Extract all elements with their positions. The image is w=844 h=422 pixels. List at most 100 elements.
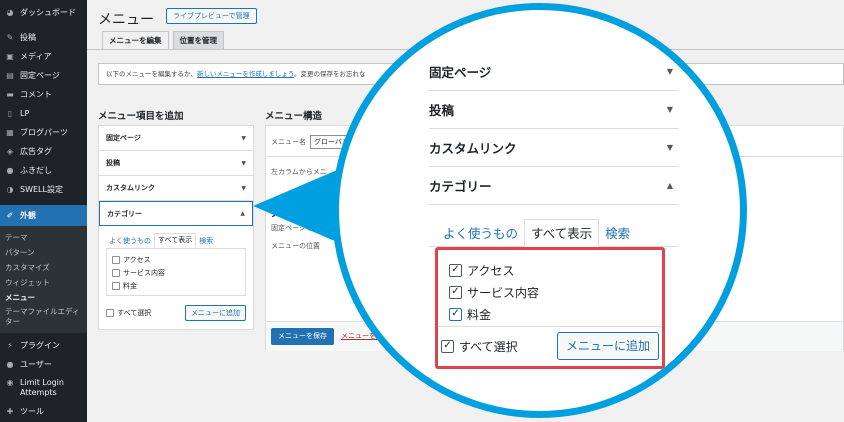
submenu-themes[interactable]: テーマ: [0, 230, 87, 245]
sidebar-item-label: LP: [20, 109, 30, 118]
accordion-label: 投稿: [429, 103, 455, 118]
zoom-accordion-pages[interactable]: 固定ページ ▼: [429, 53, 679, 91]
caret-down-icon: ▼: [241, 134, 246, 142]
tab-view-all[interactable]: すべて表示: [524, 219, 600, 247]
sidebar-item-adtag[interactable]: ◈ 広告タグ: [0, 142, 87, 161]
select-all-label: すべて選択: [459, 339, 518, 354]
checkbox-checked[interactable]: ✓: [449, 307, 462, 321]
add-to-menu-button[interactable]: メニューに追加: [185, 305, 246, 321]
sidebar-item-blogparts[interactable]: ▦ ブログパーツ: [0, 123, 87, 142]
menu-structure-heading: メニュー構造: [265, 111, 323, 122]
tab-most-used[interactable]: よく使うもの: [437, 223, 524, 246]
add-items-heading: メニュー項目を追加: [98, 111, 184, 122]
sidebar-item-label: Limit Login Attempts: [20, 378, 64, 397]
brush-icon: ✐: [6, 211, 14, 220]
zoom-categories-footer: ✓ すべて選択 メニューに追加: [438, 332, 662, 360]
sidebar-item-posts[interactable]: ✎ 投稿: [0, 28, 87, 47]
add-to-menu-button[interactable]: メニューに追加: [556, 332, 659, 360]
checkbox[interactable]: [112, 281, 120, 290]
caret-down-icon: ▼: [666, 143, 673, 152]
lp-icon: ▯: [7, 109, 13, 118]
user-icon: ●: [6, 360, 14, 369]
sidebar-item-tools[interactable]: ✚ ツール: [0, 402, 87, 421]
select-all-checkbox-checked[interactable]: ✓: [441, 339, 454, 353]
tab-search[interactable]: 検索: [599, 223, 636, 246]
sidebar-item-label: ふきだし: [20, 166, 52, 175]
caret-down-icon: ▼: [666, 67, 673, 76]
menu-name-label: メニュー名: [271, 138, 306, 146]
zoom-category-tabs: よく使うもの すべて表示 検索: [429, 219, 679, 247]
checkbox-checked[interactable]: ✓: [449, 263, 462, 277]
submenu-theme-file-editor[interactable]: テーマファイルエディター: [0, 305, 80, 330]
sidebar-item-swell[interactable]: ◑ SWELL設定: [0, 180, 87, 199]
highlight-box: ✓ アクセス ✓ サービス内容 ✓ 料金 ✓ すべて選択 メニューに追加: [435, 247, 665, 369]
accordion-custom-links[interactable]: カスタムリンク ▼: [99, 176, 253, 201]
select-all-checkbox[interactable]: [106, 309, 114, 317]
submenu-customize[interactable]: カスタマイズ: [0, 260, 87, 275]
sidebar-item-appearance[interactable]: ✐ 外観: [0, 205, 87, 226]
live-preview-button[interactable]: ライブプレビューで管理: [166, 8, 257, 24]
select-all[interactable]: ✓ すべて選択: [441, 338, 518, 355]
add-items-accordion: 固定ページ ▼ 投稿 ▼ カスタムリンク ▼ カテゴリー ▲ よく使うもの すべて表示 …: [98, 125, 254, 330]
zoom-accordion-posts[interactable]: 投稿 ▼: [429, 91, 679, 129]
notice-text: 以下のメニューを編集するか、: [106, 70, 197, 78]
zoom-accordion-categories[interactable]: カテゴリー ▲: [429, 167, 679, 205]
nav-tabs: メニューを編集 位置を管理: [102, 31, 228, 49]
category-label: サービス内容: [467, 285, 540, 300]
zoom-accordion-custom-links[interactable]: カスタムリンク ▼: [429, 129, 679, 167]
select-all[interactable]: すべて選択: [106, 308, 151, 318]
sidebar-item-comments[interactable]: ▬ コメント: [0, 85, 87, 104]
submenu-patterns[interactable]: パターン: [0, 245, 87, 260]
save-menu-button[interactable]: メニューを保存: [271, 328, 334, 345]
tab-view-all[interactable]: すべて表示: [154, 233, 197, 248]
checkbox[interactable]: [112, 268, 120, 277]
tab-edit-menus[interactable]: メニューを編集: [102, 31, 169, 49]
sidebar-item-label: コメント: [20, 90, 52, 99]
sidebar-item-label: 外観: [20, 211, 36, 220]
accordion-categories[interactable]: カテゴリー ▲: [99, 201, 253, 226]
zoomed-accordion: 固定ページ ▼ 投稿 ▼ カスタムリンク ▼ カテゴリー ▲ よく使うもの すべて表示 …: [429, 53, 679, 369]
accordion-label: 投稿: [106, 159, 120, 167]
sidebar-item-media[interactable]: ▣ メディア: [0, 47, 87, 66]
tab-manage-locations[interactable]: 位置を管理: [172, 31, 224, 49]
accordion-label: カテゴリー: [107, 209, 142, 218]
list-item: 料金: [112, 279, 240, 292]
sidebar-item-label: ツール: [20, 407, 44, 416]
caret-up-icon: ▲: [240, 210, 245, 217]
checkbox-checked[interactable]: ✓: [449, 285, 462, 299]
tab-search[interactable]: 検索: [196, 236, 216, 248]
accordion-posts[interactable]: 投稿 ▼: [99, 151, 253, 176]
tab-most-used[interactable]: よく使うもの: [106, 236, 154, 248]
sidebar-item-pages[interactable]: ▤ 固定ページ: [0, 66, 87, 85]
sidebar-item-limit-login[interactable]: ◉ Limit Login Attempts: [0, 374, 87, 402]
list-item: アクセス: [112, 253, 240, 266]
sidebar-item-balloon[interactable]: ● ふきだし: [0, 161, 87, 180]
category-label: 料金: [123, 281, 137, 290]
plugin-icon: ⚡: [7, 341, 13, 350]
categories-footer: すべて選択 メニューに追加: [106, 305, 246, 321]
category-checklist: アクセス サービス内容 料金: [106, 248, 246, 296]
accordion-pages[interactable]: 固定ページ ▼: [99, 126, 253, 151]
balloon-icon: ●: [6, 166, 14, 175]
zoom-category-checklist: ✓ アクセス ✓ サービス内容 ✓ 料金: [438, 250, 662, 325]
caret-down-icon: ▼: [241, 184, 246, 192]
list-item: ✓ アクセス: [449, 259, 651, 281]
accordion-label: 固定ページ: [106, 134, 141, 142]
submenu-menus[interactable]: メニュー: [0, 290, 87, 305]
sidebar-item-plugins[interactable]: ⚡ プラグイン: [0, 336, 87, 355]
sidebar-item-dashboard[interactable]: ◕ ダッシュボード: [0, 3, 87, 22]
zoom-categories-panel: よく使うもの すべて表示 検索 ✓ アクセス ✓ サービス内容 ✓ 料金 ✓ すべて選択…: [429, 219, 679, 369]
sidebar-item-label: SWELL設定: [20, 185, 63, 194]
category-label: サービス内容: [123, 268, 165, 277]
create-menu-link[interactable]: 新しいメニューを作成しましょう: [197, 70, 294, 78]
sidebar-item-label: 広告タグ: [20, 147, 52, 156]
comment-icon: ▬: [6, 90, 14, 99]
sidebar-item-users[interactable]: ● ユーザー: [0, 355, 87, 374]
page-title: メニュー: [98, 12, 154, 28]
pin-icon: ✎: [6, 33, 14, 42]
submenu-widgets[interactable]: ウィジェット: [0, 275, 87, 290]
notice-text-after: 。変更の保存をお忘れな: [294, 70, 366, 78]
sidebar-item-lp[interactable]: ▯ LP: [0, 104, 87, 123]
checkbox[interactable]: [112, 255, 120, 264]
divider: [438, 326, 662, 327]
